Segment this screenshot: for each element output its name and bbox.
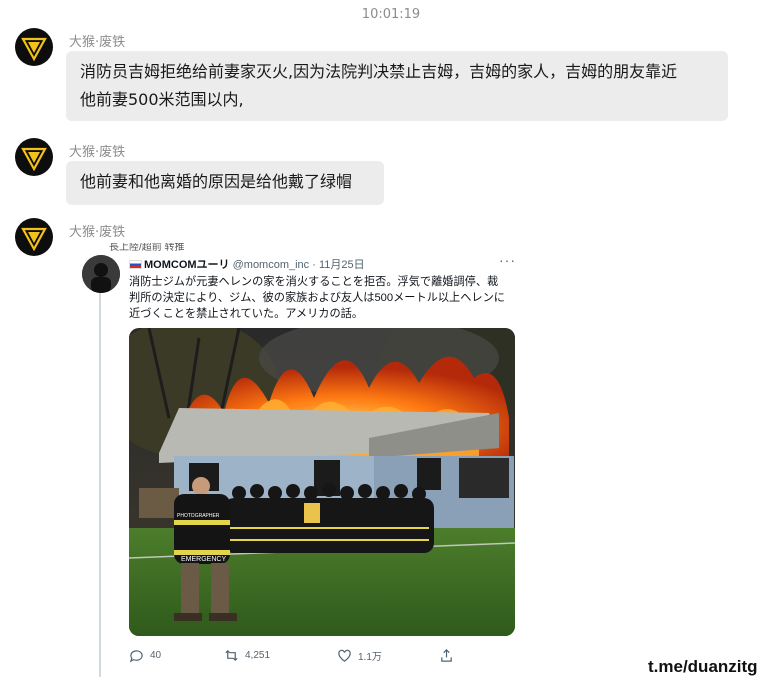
- message-line: 他前妻和他离婚的原因是给他戴了绿帽: [80, 172, 353, 191]
- like-action[interactable]: 1.1万: [337, 648, 382, 663]
- tweet-text-line: 消防士ジムが元妻ヘレンの家を消火することを拒否。浮気で離婚調停、裁: [129, 276, 499, 288]
- share-icon: [441, 649, 452, 662]
- triangle-emblem-icon: [21, 147, 47, 172]
- tweet-handle[interactable]: @momcom_inc: [233, 259, 310, 271]
- tweet-actions: 40 4,251 1.1万: [129, 648, 459, 668]
- reply-icon: [129, 650, 143, 663]
- message-line: 消防员吉姆拒绝给前妻家灭火,因为法院判决禁止吉姆，吉姆的家人，吉姆的朋友靠近: [80, 62, 678, 81]
- retweet-context: 長上陸/超前 转推: [109, 243, 185, 253]
- tweet-text-line: 近づくことを禁止されていた。アメリカの話。: [129, 308, 364, 320]
- tweet-header: MOMCOMユーリ @momcom_inc · 11月25日: [129, 256, 365, 272]
- message-bubble[interactable]: 消防员吉姆拒绝给前妻家灭火,因为法院判决禁止吉姆，吉姆的家人，吉姆的朋友靠近 他…: [66, 51, 728, 121]
- reply-action[interactable]: 40: [129, 648, 161, 663]
- tweet-photo[interactable]: PHOTOGRAPHER EMERGENCY: [129, 328, 515, 636]
- retweet-count: 4,251: [245, 650, 271, 661]
- sender-name: 大猴·废铁: [69, 145, 126, 160]
- avatar[interactable]: [15, 138, 53, 176]
- vest-back-text: EMERGENCY: [181, 556, 226, 563]
- tweet-author-name[interactable]: MOMCOMユーリ: [144, 259, 230, 271]
- watermark: t.me/duanzitg: [648, 657, 758, 676]
- message-line: 他前妻500米范围以内,: [80, 90, 244, 109]
- thread-line: [99, 267, 101, 677]
- vest-text: PHOTOGRAPHER: [177, 513, 220, 519]
- message-bubble[interactable]: 他前妻和他离婚的原因是给他戴了绿帽: [66, 161, 384, 205]
- retweet-icon: [225, 649, 238, 662]
- tweet-text: 消防士ジムが元妻ヘレンの家を消火することを拒否。浮気で離婚調停、裁 判所の決定に…: [129, 274, 521, 322]
- tweet-screenshot-image[interactable]: 長上陸/超前 转推 MOMCOMユーリ @momcom_inc · 11月25日…: [67, 243, 530, 677]
- heart-icon: [338, 649, 351, 662]
- retweet-action[interactable]: 4,251: [224, 648, 270, 663]
- triangle-emblem-icon: [21, 37, 47, 62]
- sender-name: 大猴·废铁: [69, 35, 126, 50]
- russia-flag-icon: [129, 260, 142, 269]
- burning-house-photo: PHOTOGRAPHER EMERGENCY: [129, 328, 515, 636]
- tweet-date: · 11月25日: [312, 259, 365, 271]
- sender-name: 大猴·废铁: [69, 225, 126, 240]
- avatar[interactable]: [15, 218, 53, 256]
- tweet-avatar: [82, 255, 120, 293]
- timestamp: 10:01:19: [361, 7, 421, 22]
- avatar[interactable]: [15, 28, 53, 66]
- tweet-text-line: 判所の決定により、ジム、彼の家族および友人は500メートル以上ヘレンに: [129, 292, 505, 304]
- like-count: 1.1万: [358, 652, 382, 663]
- more-options-icon[interactable]: ···: [499, 252, 516, 268]
- triangle-emblem-icon: [21, 227, 47, 252]
- share-action[interactable]: [439, 648, 454, 663]
- reply-count: 40: [150, 650, 162, 661]
